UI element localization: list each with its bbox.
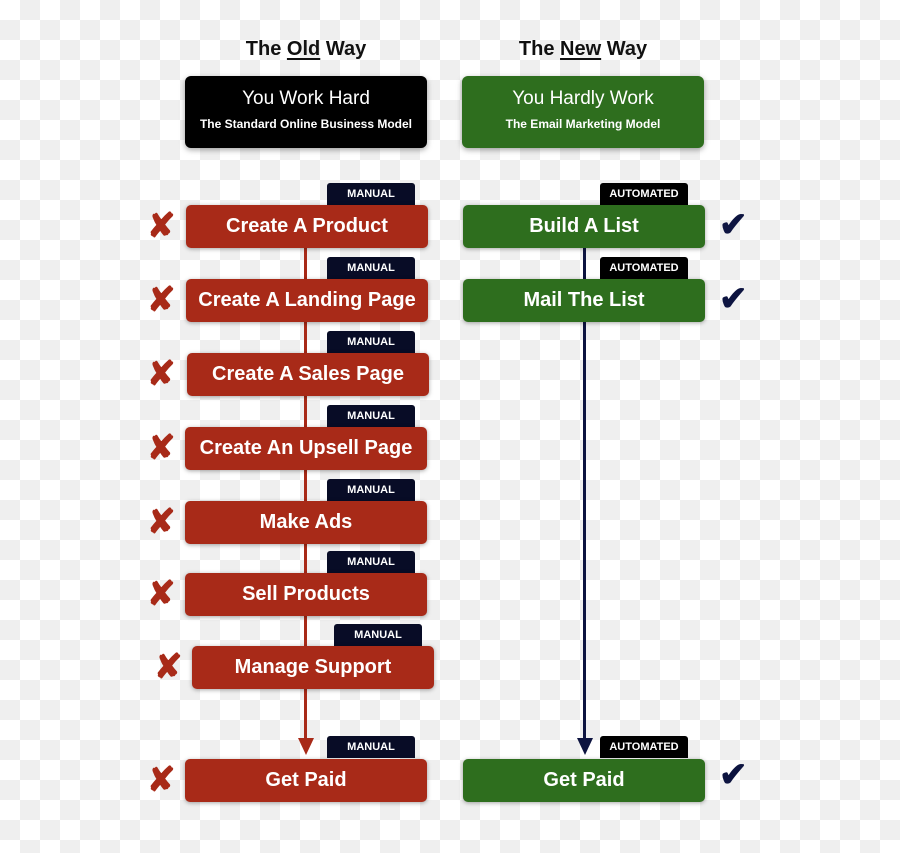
- old-step-sell-products: Sell Products: [185, 573, 427, 616]
- new-step-get-paid: Get Paid: [463, 759, 705, 802]
- old-way-subtitle: The Standard Online Business Model: [199, 117, 413, 131]
- manual-badge: MANUAL: [327, 331, 415, 353]
- new-step-mail-list: Mail The List: [463, 279, 705, 322]
- heading-suffix: Way: [320, 38, 367, 60]
- old-step-create-sales-page: Create A Sales Page: [187, 353, 429, 396]
- new-way-heading: The New Way: [462, 38, 704, 61]
- old-step-make-ads: Make Ads: [185, 501, 427, 544]
- manual-badge: MANUAL: [327, 479, 415, 501]
- old-step-get-paid: Get Paid: [185, 759, 427, 802]
- heading-underlined-word: Old: [286, 38, 321, 60]
- manual-badge: MANUAL: [327, 183, 415, 205]
- cross-icon: ✘: [147, 207, 176, 245]
- heading-prefix: The: [245, 38, 287, 60]
- checkmark-icon: ✔: [719, 280, 748, 318]
- manual-badge: MANUAL: [327, 551, 415, 573]
- old-way-header-box: You Work Hard The Standard Online Busine…: [185, 76, 427, 148]
- cross-icon: ✘: [147, 429, 176, 467]
- new-way-arrowhead-icon: [577, 738, 593, 755]
- cross-icon: ✘: [147, 761, 176, 799]
- cross-icon: ✘: [147, 575, 176, 613]
- cross-icon: ✘: [147, 503, 176, 541]
- new-way-title: You Hardly Work: [512, 88, 654, 109]
- cross-icon: ✘: [154, 648, 183, 686]
- old-way-heading: The Old Way: [185, 38, 427, 61]
- automated-badge: AUTOMATED: [600, 257, 688, 279]
- heading-underlined-word: New: [560, 38, 602, 60]
- old-step-create-upsell-page: Create An Upsell Page: [185, 427, 427, 470]
- new-way-subtitle: The Email Marketing Model: [505, 117, 661, 131]
- old-step-create-landing-page: Create A Landing Page: [186, 279, 428, 322]
- old-step-manage-support: Manage Support: [192, 646, 434, 689]
- manual-badge: MANUAL: [327, 257, 415, 279]
- automated-badge: AUTOMATED: [600, 736, 688, 758]
- old-way-arrowhead-icon: [298, 738, 314, 755]
- heading-prefix: The: [518, 38, 561, 60]
- manual-badge: MANUAL: [327, 736, 415, 758]
- old-way-title: You Work Hard: [242, 88, 370, 109]
- checkmark-icon: ✔: [719, 206, 748, 244]
- manual-badge: MANUAL: [327, 405, 415, 427]
- manual-badge: MANUAL: [334, 624, 422, 646]
- automated-badge: AUTOMATED: [600, 183, 688, 205]
- heading-suffix: Way: [601, 38, 648, 60]
- cross-icon: ✘: [147, 355, 176, 393]
- cross-icon: ✘: [147, 281, 176, 319]
- new-way-header-box: You Hardly Work The Email Marketing Mode…: [462, 76, 704, 148]
- checkmark-icon: ✔: [719, 756, 748, 794]
- old-step-create-product: Create A Product: [186, 205, 428, 248]
- new-step-build-list: Build A List: [463, 205, 705, 248]
